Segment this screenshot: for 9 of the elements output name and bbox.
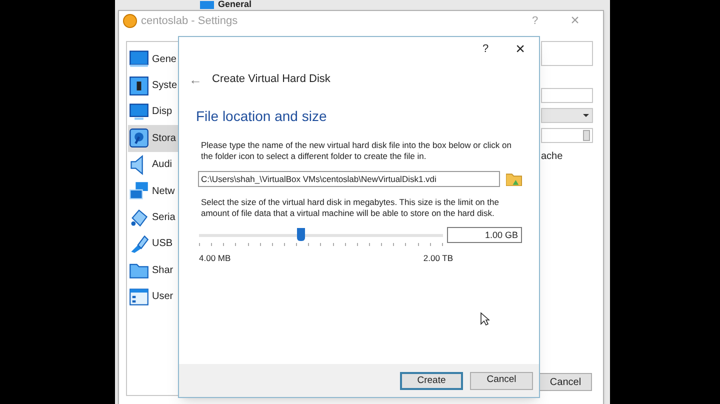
instruction-text: Please type the name of the new virtual hard disk file into the box below or click on the folder icon to select a different folder to create the file in. <box>201 140 512 162</box>
max-size-label: 2.00 TB <box>423 252 453 264</box>
window-title: centoslab - Settings <box>141 14 238 29</box>
dialog-title: Create Virtual Hard Disk <box>212 72 330 87</box>
instruction-text: Select the size of the virtual hard disk in megabytes. This size is the limit on the amount of file data that a virtual machine will be able to store on the hard disk. <box>201 196 500 218</box>
page-heading: File location and size <box>196 106 328 126</box>
min-size-label: 4.00 MB <box>199 252 231 264</box>
option-label: ache <box>541 150 563 164</box>
section-title: General <box>218 0 252 9</box>
